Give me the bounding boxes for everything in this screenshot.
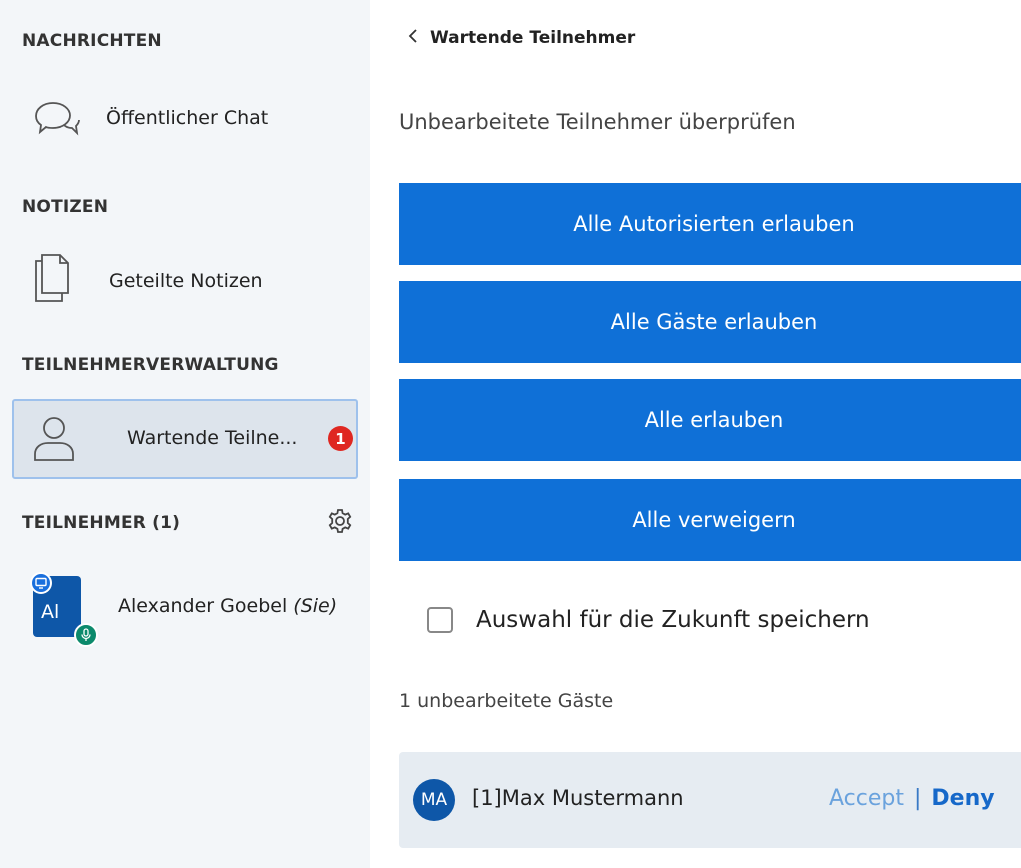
sidebar-item-label: Geteilte Notizen <box>109 270 263 292</box>
microphone-icon <box>74 623 98 647</box>
remember-choice-label: Auswahl für die Zukunft speichern <box>476 607 870 633</box>
sidebar-item-label: Öffentlicher Chat <box>106 107 269 129</box>
avatar-initials: Al <box>41 601 60 623</box>
sidebar-item-shared-notes[interactable]: Geteilte Notizen <box>12 240 358 320</box>
gear-icon[interactable] <box>327 508 353 538</box>
panel-title: Wartende Teilnehmer <box>430 28 636 48</box>
participant-name-text: Alexander Goebel <box>118 595 288 617</box>
participants-section-header: TEILNEHMER (1) <box>22 513 181 533</box>
user-icon <box>30 414 78 468</box>
allow-all-guests-button[interactable]: Alle Gäste erlauben <box>399 281 1021 363</box>
remember-choice-checkbox[interactable] <box>427 607 453 633</box>
notes-section-header: NOTIZEN <box>22 197 109 217</box>
action-separator: | <box>913 786 922 811</box>
pending-guests-count: 1 unbearbeitete Gäste <box>399 690 614 712</box>
messages-section-header: NACHRICHTEN <box>22 31 162 51</box>
notification-badge: 1 <box>328 426 353 451</box>
chevron-left-icon <box>408 28 418 48</box>
participant-management-section-header: TEILNEHMERVERWALTUNG <box>22 355 279 375</box>
avatar: MA <box>413 779 455 821</box>
chat-bubbles-icon <box>33 98 81 142</box>
sidebar-item-public-chat[interactable]: Öffentlicher Chat <box>12 80 358 160</box>
sidebar-item-label: Wartende Teilne... <box>127 427 298 449</box>
waiting-users-panel: Wartende Teilnehmer Unbearbeitete Teilne… <box>370 0 1021 868</box>
panel-subtitle: Unbearbeitete Teilnehmer überprüfen <box>399 110 796 134</box>
guest-name: [1]Max Mustermann <box>472 786 684 810</box>
allow-all-authenticated-button[interactable]: Alle Autorisierten erlauben <box>399 183 1021 265</box>
you-suffix: (Sie) <box>293 595 338 617</box>
document-icon <box>32 251 72 307</box>
accept-button[interactable]: Accept <box>829 786 904 811</box>
deny-everyone-button[interactable]: Alle verweigern <box>399 479 1021 561</box>
sidebar: NACHRICHTEN Öffentlicher Chat NOTIZEN Ge… <box>0 0 370 868</box>
remember-choice-row: Auswahl für die Zukunft speichern <box>427 607 870 633</box>
back-button[interactable]: Wartende Teilnehmer <box>408 28 635 48</box>
guest-actions: Accept | Deny <box>829 786 995 811</box>
participant-name: Alexander Goebel (Sie) <box>118 595 337 617</box>
presenter-screen-icon <box>30 572 52 594</box>
guest-list-item: MA [1]Max Mustermann Accept | Deny <box>399 752 1021 848</box>
participant-list-item[interactable]: Al Alexander Goebel (Sie) <box>20 567 365 657</box>
sidebar-item-waiting-participants[interactable]: Wartende Teilne... 1 <box>12 399 358 479</box>
deny-button[interactable]: Deny <box>931 786 994 811</box>
allow-everyone-button[interactable]: Alle erlauben <box>399 379 1021 461</box>
